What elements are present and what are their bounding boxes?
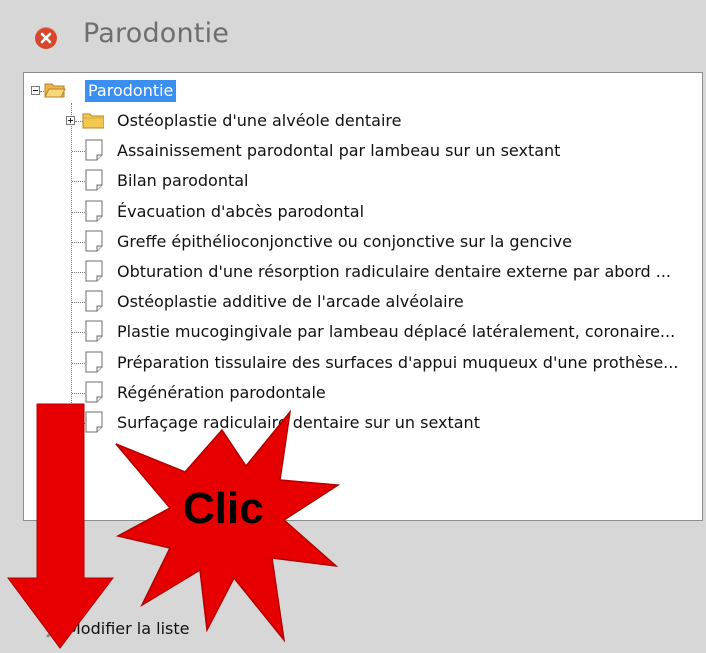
document-icon (85, 411, 103, 433)
tree-item-label: Régénération parodontale (117, 382, 326, 402)
tree-item[interactable]: Préparation tissulaire des surfaces d'ap… (24, 349, 702, 377)
tree-item[interactable]: Plastie mucogingivale par lambeau déplac… (24, 318, 702, 346)
tree-item-label: Obturation d'une résorption radiculaire … (117, 262, 671, 281)
folder-open-icon (44, 83, 66, 98)
tree-view[interactable]: Parodontie Ostéoplastie d'une alvéole de… (23, 72, 703, 521)
modify-list-label: Modifier la liste (67, 619, 190, 638)
tree-item[interactable]: Évacuation d'abcès parodontal (24, 198, 702, 226)
tree-item[interactable]: Ostéoplastie d'une alvéole dentaire (24, 107, 702, 135)
collapse-icon[interactable] (31, 86, 40, 95)
tree-item-label: Plastie mucogingivale par lambeau déplac… (117, 322, 676, 342)
tree-item[interactable]: Bilan parodontal (24, 167, 702, 195)
close-icon[interactable] (35, 27, 57, 49)
folder-icon (82, 113, 104, 129)
document-icon (85, 139, 103, 161)
tree-item[interactable]: Assainissement parodontal par lambeau su… (24, 137, 702, 165)
tools-icon (45, 618, 66, 638)
document-icon (85, 260, 103, 282)
tree-item-label: Greffe épithélioconjonctive ou conjoncti… (117, 231, 573, 251)
tree-item-label: Parodontie (85, 80, 177, 102)
tree-item[interactable]: Surfaçage radiculaire dentaire sur un se… (24, 409, 702, 437)
document-icon (85, 169, 103, 191)
title-bar: Parodontie (0, 0, 706, 72)
document-icon (85, 200, 103, 222)
tree-item[interactable]: Greffe épithélioconjonctive ou conjoncti… (24, 228, 702, 256)
tree-item-label: Préparation tissulaire des surfaces d'ap… (117, 352, 679, 372)
tree-root-item[interactable]: Parodontie (24, 77, 702, 105)
expand-icon[interactable] (66, 116, 75, 125)
window-title: Parodontie (83, 18, 230, 49)
tree-item-label: Évacuation d'abcès parodontal (117, 201, 365, 221)
document-icon (85, 230, 103, 252)
tree-item[interactable]: Obturation d'une résorption radiculaire … (24, 258, 702, 286)
tree-item-label: Surfaçage radiculaire dentaire sur un se… (117, 413, 480, 432)
tree-item[interactable]: Ostéoplastie additive de l'arcade alvéol… (24, 288, 702, 316)
document-icon (85, 351, 103, 373)
tree-item-label: Ostéoplastie d'une alvéole dentaire (117, 111, 402, 130)
document-icon (85, 381, 103, 403)
tree-item[interactable]: Régénération parodontale (24, 379, 702, 407)
tree-item-label: Bilan parodontal (117, 171, 249, 191)
tree-item-label: Ostéoplastie additive de l'arcade alvéol… (117, 292, 464, 312)
document-icon (85, 320, 103, 342)
document-icon (85, 290, 103, 312)
tree-item-label: Assainissement parodontal par lambeau su… (117, 141, 561, 161)
clic-annotation-text: Clic (183, 484, 264, 533)
